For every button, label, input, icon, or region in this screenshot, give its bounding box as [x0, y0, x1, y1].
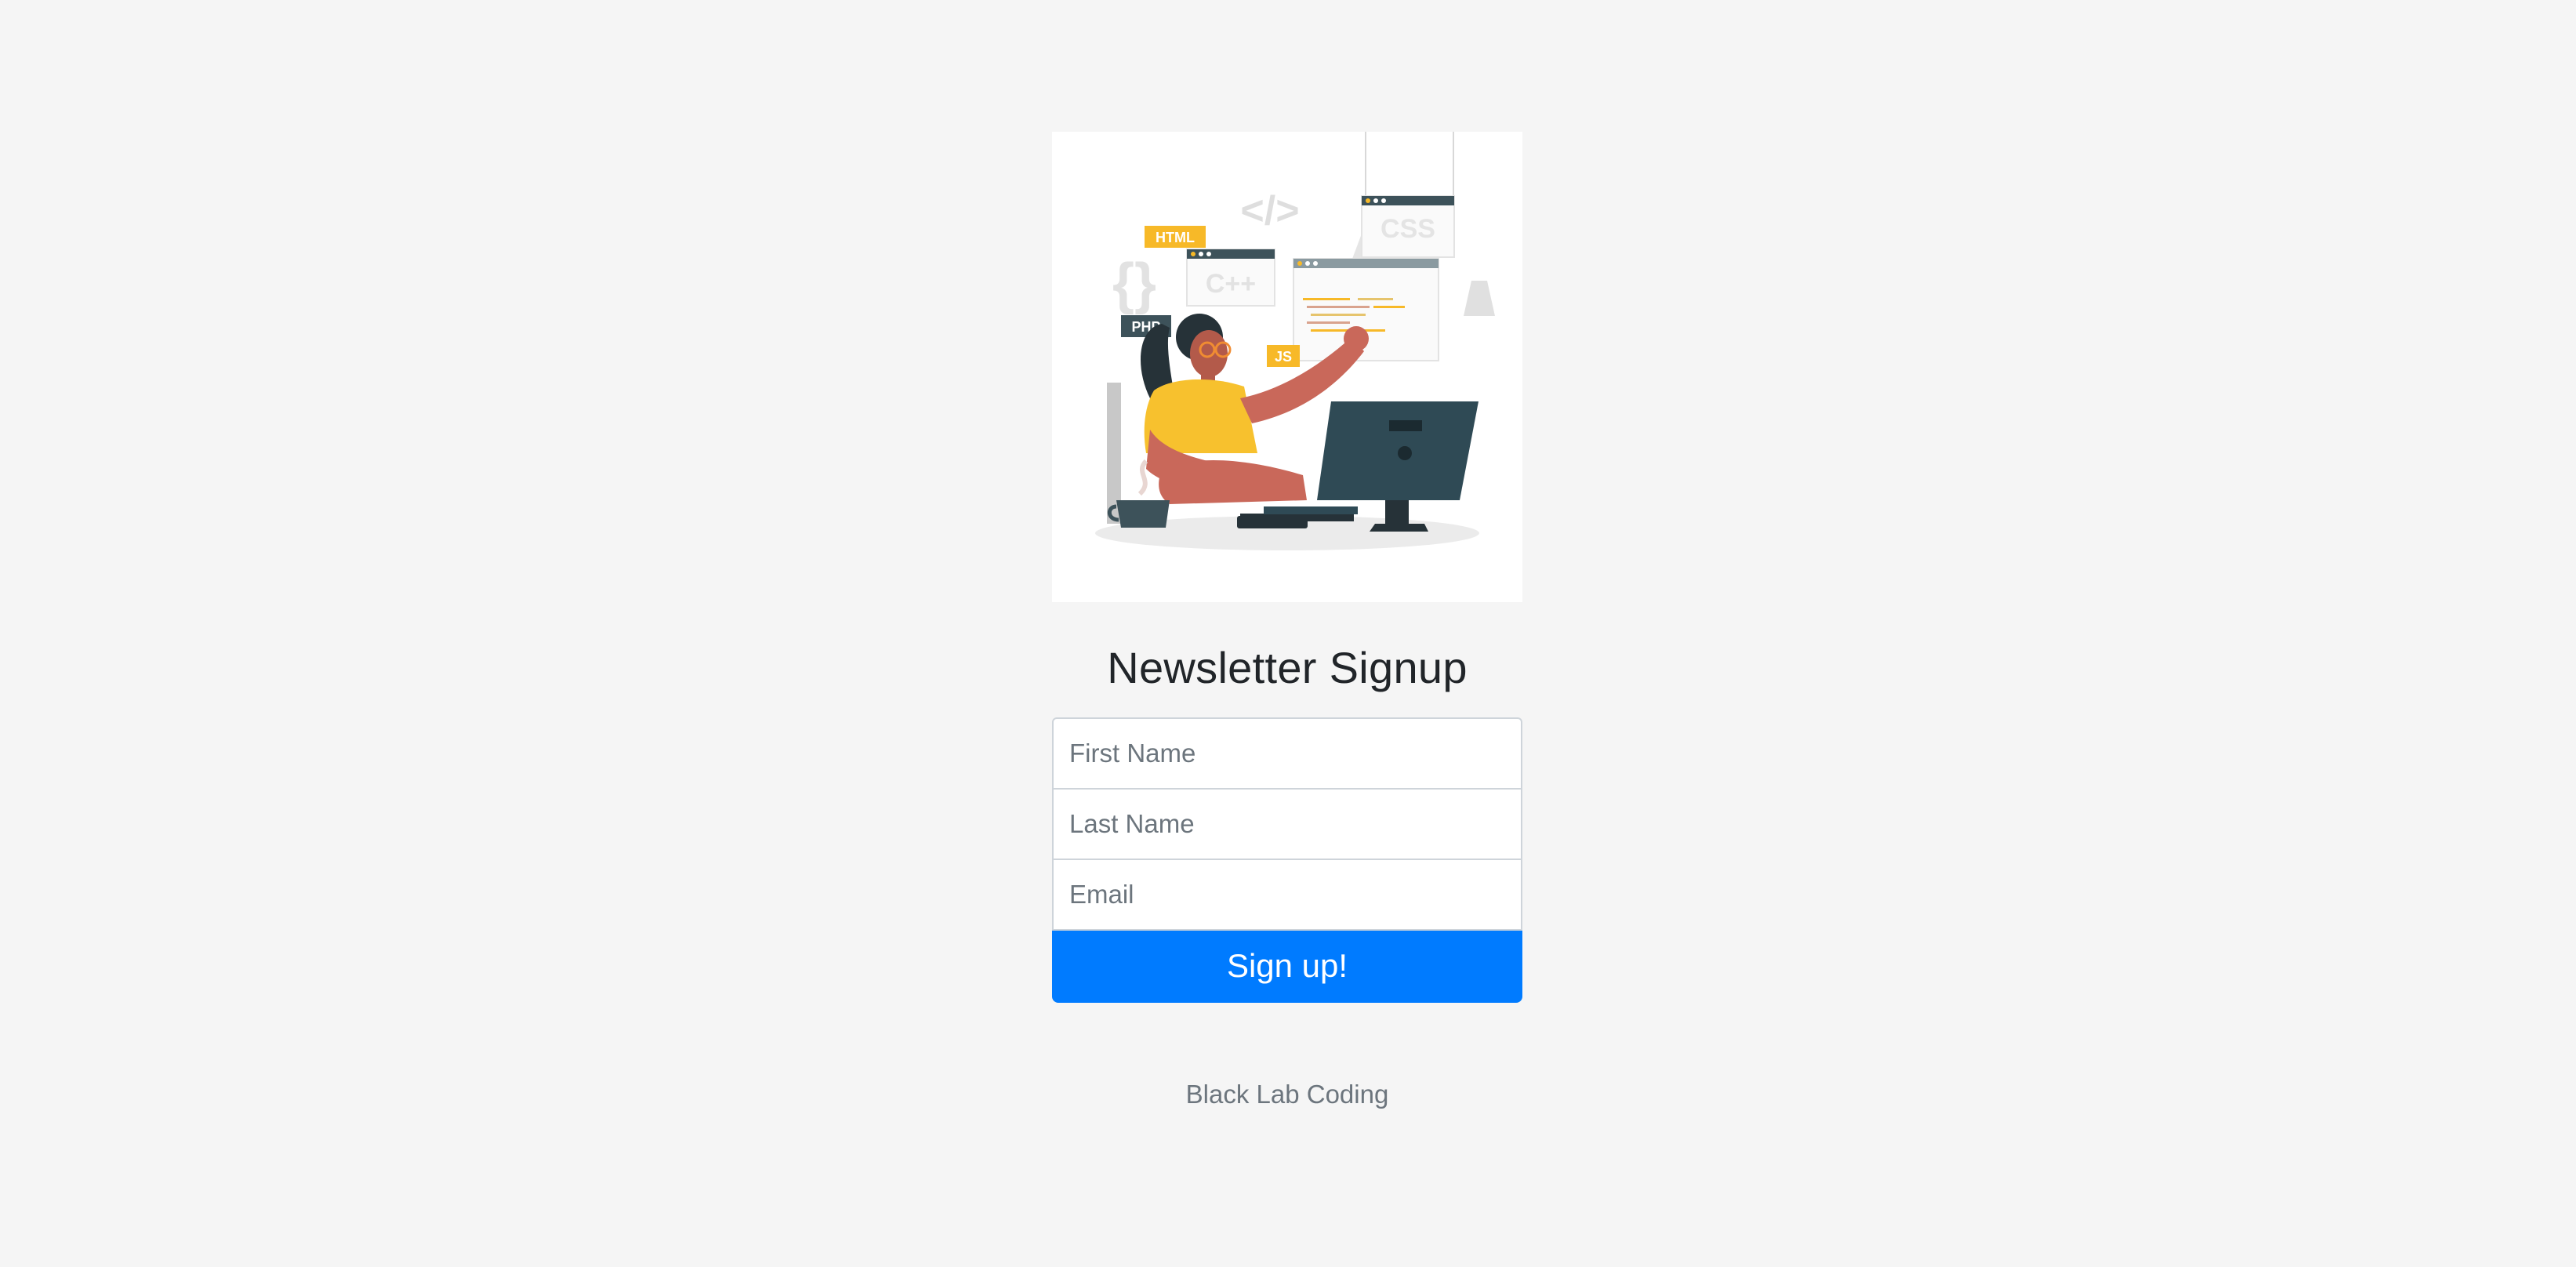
cpp-tag: C++ — [1206, 269, 1256, 299]
signup-form: CSS </> {} HTML C++ PHP JS Newsletter Si… — [1052, 132, 1522, 1109]
footer-text: Black Lab Coding — [1185, 1080, 1389, 1109]
last-name-input[interactable] — [1052, 788, 1522, 861]
css-tag: CSS — [1381, 214, 1435, 244]
code-glyph: </> — [1240, 188, 1299, 234]
braces-glyph: {} — [1112, 252, 1156, 315]
js-tag: JS — [1275, 349, 1292, 365]
page-title: Newsletter Signup — [1107, 643, 1468, 692]
first-name-input[interactable] — [1052, 717, 1522, 790]
coding-illustration: CSS </> {} HTML C++ PHP JS — [1052, 132, 1522, 602]
signup-button[interactable]: Sign up! — [1052, 929, 1522, 1004]
html-tag: HTML — [1156, 230, 1195, 245]
email-input[interactable] — [1052, 859, 1522, 931]
